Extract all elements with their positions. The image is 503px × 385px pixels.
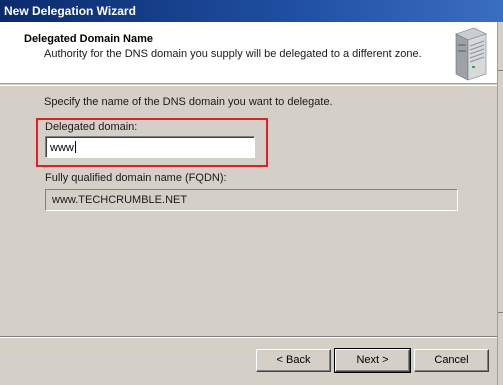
window-title: New Delegation Wizard <box>4 4 136 18</box>
title-bar[interactable]: New Delegation Wizard <box>0 0 503 22</box>
button-divider <box>0 336 503 338</box>
header-title: Delegated Domain Name <box>24 33 153 45</box>
edge-tick <box>498 312 503 313</box>
delegated-domain-value: www <box>50 142 74 154</box>
back-button[interactable]: < Back <box>256 349 331 372</box>
edge-tick <box>498 70 503 71</box>
wizard-window: New Delegation Wizard Delegated Domain N… <box>0 0 503 385</box>
text-caret <box>74 141 76 153</box>
next-button[interactable]: Next > <box>334 348 411 373</box>
server-icon <box>455 27 487 81</box>
header-divider <box>0 85 503 86</box>
wizard-header: Delegated Domain Name Authority for the … <box>0 22 503 84</box>
fqdn-field: www.TECHCRUMBLE.NET <box>45 189 458 211</box>
header-subtitle: Authority for the DNS domain you supply … <box>44 48 422 60</box>
window-right-edge <box>497 22 503 385</box>
cancel-button[interactable]: Cancel <box>414 349 489 372</box>
instruction-text: Specify the name of the DNS domain you w… <box>44 96 333 108</box>
fqdn-label: Fully qualified domain name (FQDN): <box>45 172 227 184</box>
delegated-domain-label: Delegated domain: <box>45 121 138 133</box>
delegated-domain-input[interactable]: www <box>45 136 255 158</box>
fqdn-value: www.TECHCRUMBLE.NET <box>52 194 188 206</box>
